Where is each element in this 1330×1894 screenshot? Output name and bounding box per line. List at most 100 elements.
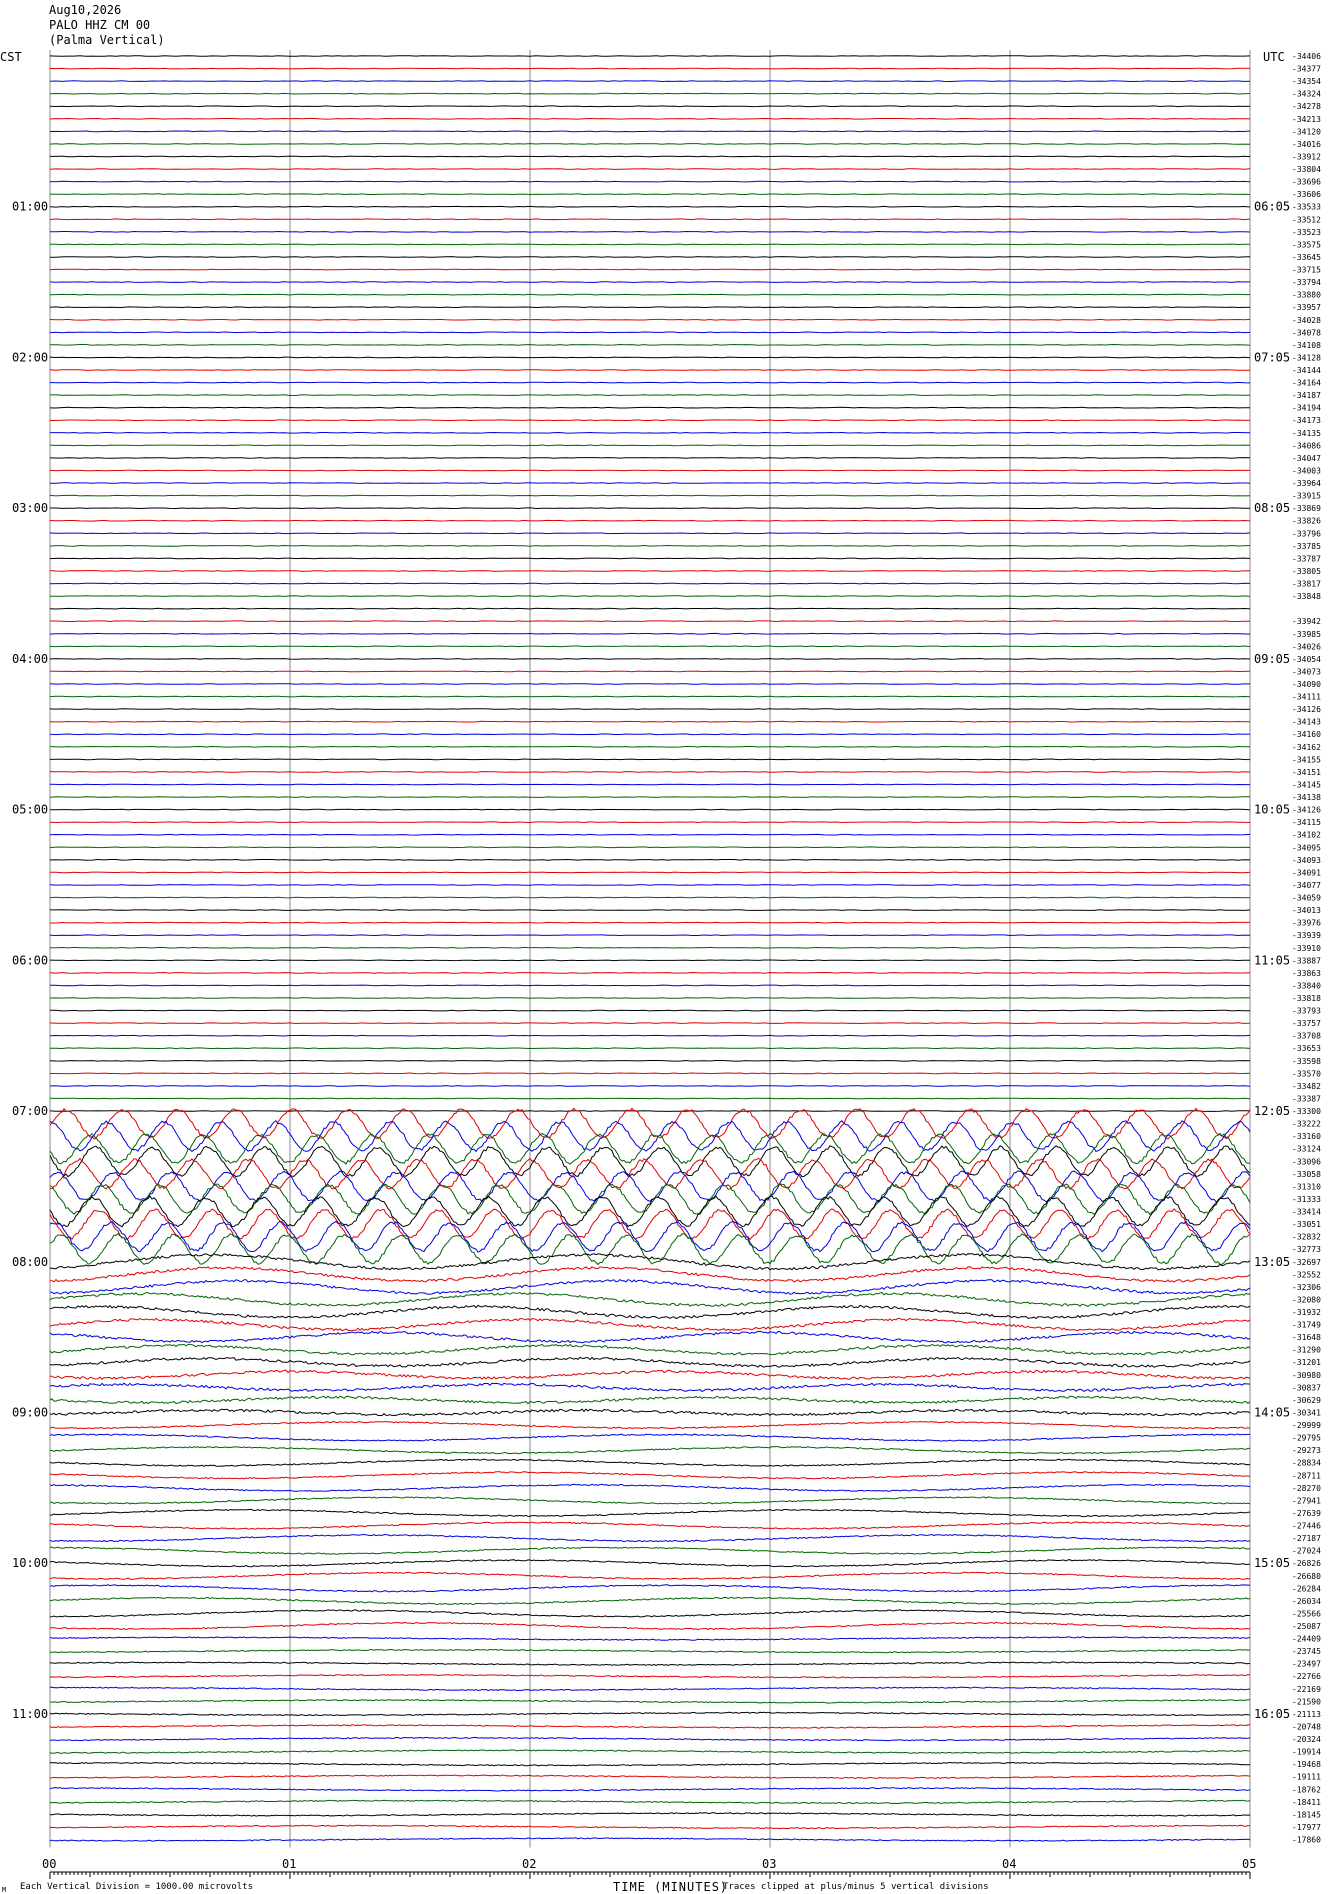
trace-offset-label: -34091 — [1292, 868, 1321, 877]
trace-line — [49, 1508, 1251, 1518]
trace-offset-label: -33757 — [1292, 1019, 1321, 1028]
trace-offset-label: -33160 — [1292, 1132, 1321, 1141]
trace-line — [49, 1799, 1251, 1805]
left-hour-label: 03:00 — [12, 501, 48, 515]
trace-offset-label: -27446 — [1292, 1522, 1321, 1531]
trace-line — [49, 331, 1251, 334]
trace-line — [49, 607, 1251, 610]
trace-line — [49, 1446, 1251, 1455]
trace-line — [49, 1097, 1251, 1100]
trace-line — [49, 1483, 1251, 1492]
scale-note: Each Vertical Division = 1000.00 microvo… — [20, 1882, 253, 1892]
trace-offset-label: -34120 — [1292, 127, 1321, 136]
trace-line — [49, 1749, 1251, 1754]
trace-offset-label: -32552 — [1292, 1270, 1321, 1279]
trace-offset-label: -34095 — [1292, 843, 1321, 852]
trace-line — [49, 293, 1250, 296]
trace-offset-label: -34111 — [1292, 693, 1321, 702]
trace-line — [49, 482, 1251, 484]
trace-offset-label: -25087 — [1292, 1622, 1321, 1631]
trace-offset-label: -34187 — [1292, 391, 1321, 400]
trace-offset-label: -18145 — [1292, 1810, 1321, 1819]
trace-offset-label: -20324 — [1292, 1735, 1321, 1744]
trace-line — [49, 193, 1251, 196]
trace-line — [49, 1533, 1251, 1543]
trace-line — [49, 1330, 1251, 1344]
trace-line — [49, 1471, 1251, 1480]
trace-line — [49, 494, 1251, 497]
clip-note: Traces clipped at plus/minus 5 vertical … — [723, 1882, 989, 1892]
trace-offset-label: -34077 — [1292, 881, 1321, 890]
trace-offset-label: -33915 — [1292, 492, 1321, 501]
trace-line — [49, 997, 1251, 999]
trace-line — [49, 168, 1251, 170]
trace-offset-label: -34138 — [1292, 793, 1321, 802]
trace-offset-label: -33848 — [1292, 592, 1321, 601]
trace-line — [49, 632, 1250, 635]
trace-line — [49, 1382, 1251, 1393]
trace-offset-label: -34102 — [1292, 831, 1321, 840]
trace-offset-label: -33863 — [1292, 969, 1321, 978]
trace-offset-label: -23745 — [1292, 1647, 1321, 1656]
trace-line — [49, 1761, 1251, 1767]
trace-line — [49, 381, 1251, 384]
trace-line — [49, 1433, 1250, 1442]
trace-line — [49, 1343, 1251, 1356]
trace-line — [49, 1233, 1251, 1266]
trace-line — [49, 419, 1251, 422]
trace-offset-label: -31749 — [1292, 1321, 1321, 1330]
helicorder-plot: 01:00 02:00 03:00 04:00 05:00 06:00 07:00 08:00… — [12, 50, 1321, 1879]
trace-offset-label: -34016 — [1292, 140, 1321, 149]
trace-offset-label: -34026 — [1292, 642, 1321, 651]
trace-line — [49, 1812, 1251, 1817]
trace-offset-label: -19914 — [1292, 1748, 1321, 1757]
trace-line — [49, 1107, 1251, 1140]
trace-line — [49, 1774, 1251, 1779]
trace-offset-label: -30629 — [1292, 1396, 1321, 1405]
trace-offset-label: -34324 — [1292, 90, 1321, 99]
trace-offset-label: -34278 — [1292, 102, 1321, 111]
trace-offset-label: -20748 — [1292, 1722, 1321, 1731]
trace-offset-label: -34078 — [1292, 328, 1321, 337]
trace-line — [49, 884, 1251, 886]
trace-offset-label: -28834 — [1292, 1459, 1321, 1468]
trace-offset-label: -33985 — [1292, 630, 1321, 639]
trace-offset-label: -33787 — [1292, 554, 1321, 563]
trace-line — [49, 1034, 1251, 1037]
trace-offset-label: -31310 — [1292, 1182, 1321, 1191]
trace-line — [49, 858, 1251, 861]
trace-line — [49, 1711, 1251, 1717]
trace-line — [49, 1208, 1251, 1241]
trace-offset-label: -26284 — [1292, 1584, 1321, 1593]
trace-line — [50, 243, 1251, 246]
trace-offset-label: -31333 — [1292, 1195, 1321, 1204]
trace-line — [49, 318, 1251, 321]
trace-offset-label: -30980 — [1292, 1371, 1321, 1380]
trace-line — [49, 758, 1251, 761]
trace-offset-label: -27941 — [1292, 1496, 1321, 1505]
trace-line — [49, 1824, 1251, 1830]
time-axis: 00 01 02 03 04 05 — [42, 1857, 1256, 1879]
trace-line — [49, 896, 1251, 899]
trace-line — [49, 1304, 1251, 1320]
trace-line — [49, 645, 1251, 648]
trace-offset-label: -34155 — [1292, 755, 1321, 764]
left-hour-label: 10:00 — [12, 1556, 48, 1570]
trace-offset-label: -33715 — [1292, 266, 1321, 275]
trace-line — [50, 1636, 1251, 1641]
trace-line — [50, 1408, 1251, 1417]
trace-offset-label: -33222 — [1292, 1120, 1321, 1129]
trace-offset-label: -33533 — [1292, 203, 1321, 212]
trace-line — [49, 1022, 1251, 1025]
trace-offset-label: -33887 — [1292, 956, 1321, 965]
trace-line — [49, 218, 1251, 221]
trace-line — [50, 808, 1251, 811]
trace-offset-label: -28711 — [1292, 1471, 1321, 1480]
trace-line — [49, 1369, 1251, 1380]
trace-line — [49, 1183, 1251, 1216]
right-hour-label: 12:05 — [1254, 1104, 1290, 1118]
trace-line — [49, 833, 1251, 836]
trace-offset-label: -34126 — [1292, 705, 1321, 714]
trace-offset-label: -17977 — [1292, 1823, 1321, 1832]
trace-offset-label: -33912 — [1292, 152, 1321, 161]
